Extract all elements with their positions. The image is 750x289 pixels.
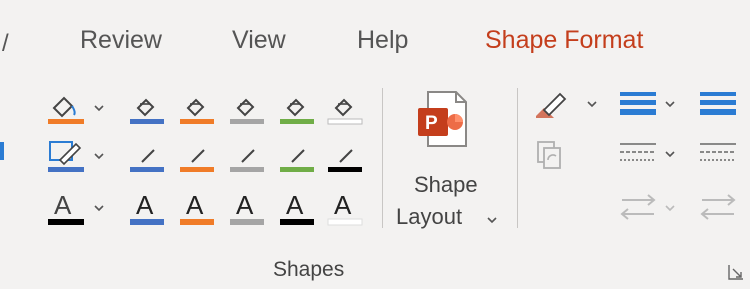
edit-shape-button[interactable] [530, 88, 580, 122]
shape-styles-group: A A A A A A [0, 76, 380, 246]
pen-icon [180, 149, 214, 172]
selection-pane-button [534, 138, 570, 174]
dialog-launcher-icon[interactable] [728, 264, 744, 280]
pen-outline-icon [48, 141, 84, 172]
tab-view[interactable]: View [232, 26, 286, 55]
duplicate-shapes-icon [537, 141, 561, 169]
line-weight-button-2[interactable] [698, 86, 738, 120]
svg-text:A: A [54, 190, 72, 220]
shape-fill-button[interactable] [46, 90, 90, 126]
arrows-icon [700, 194, 736, 220]
style-swatch-fill-blue[interactable] [128, 90, 166, 126]
chevron-down-icon[interactable] [93, 102, 105, 114]
line-weight-button[interactable] [618, 86, 658, 120]
fill-color-swatch [48, 119, 84, 124]
ribbon-tab-bar: / Review View Help Shape Format [0, 0, 750, 76]
paint-bucket-icon [130, 98, 164, 124]
style-swatch-text-blue[interactable]: A [128, 188, 166, 228]
text-color-icon: A [230, 190, 264, 225]
edit-shape-icon [536, 92, 567, 118]
paint-bucket-icon [280, 98, 314, 124]
pen-icon [130, 149, 164, 172]
chevron-down-icon[interactable] [664, 148, 676, 160]
paint-bucket-icon [230, 98, 264, 124]
powerpoint-shape-icon: P [418, 91, 467, 147]
dash-style-icon [700, 143, 736, 161]
arrows-icon [620, 194, 656, 220]
text-color-icon: A [280, 190, 314, 225]
line-weight-icon [700, 92, 736, 115]
style-swatch-fill-green[interactable] [278, 90, 316, 126]
chevron-down-icon[interactable] [93, 150, 105, 162]
text-color-icon: A [48, 190, 84, 225]
text-color-icon: A [130, 190, 164, 225]
svg-text:P: P [425, 113, 438, 134]
style-swatch-fill-gray[interactable] [228, 90, 266, 126]
svg-text:A: A [334, 190, 352, 220]
truncated-tab-edge: / [2, 30, 9, 57]
chevron-down-icon[interactable] [93, 202, 105, 214]
shape-layout-button[interactable]: P Shape Layout [392, 82, 512, 242]
style-swatch-outline-green[interactable] [278, 138, 316, 174]
group-separator [517, 88, 518, 228]
style-swatch-text-gray[interactable]: A [228, 188, 266, 228]
svg-text:A: A [236, 190, 254, 220]
shape-outline-button[interactable] [46, 138, 90, 174]
style-swatch-fill-orange[interactable] [178, 90, 216, 126]
svg-text:A: A [286, 190, 304, 220]
dash-style-button[interactable] [618, 138, 658, 168]
tab-review[interactable]: Review [80, 26, 162, 55]
text-color-icon: A [180, 190, 214, 225]
paint-bucket-icon [327, 98, 363, 125]
svg-text:A: A [186, 190, 204, 220]
shape-layout-label-line2: Layout [396, 204, 463, 229]
style-swatch-outline-blue[interactable] [128, 138, 166, 174]
style-swatch-fill-white[interactable] [326, 90, 364, 126]
tab-help[interactable]: Help [357, 26, 408, 55]
arrows-button [618, 190, 658, 224]
shape-layout-label-line1: Shape [414, 172, 478, 197]
paint-bucket-icon [180, 98, 214, 124]
text-fill-button[interactable]: A [46, 188, 90, 228]
chevron-down-icon[interactable] [586, 98, 598, 110]
style-swatch-text-black[interactable]: A [278, 188, 316, 228]
pen-icon [280, 149, 314, 172]
chevron-down-icon [665, 205, 675, 212]
style-swatch-outline-orange[interactable] [178, 138, 216, 174]
ribbon: / Review View Help Shape Format A A A A … [0, 0, 750, 289]
line-weight-icon [620, 92, 656, 115]
style-swatch-outline-gray[interactable] [228, 138, 266, 174]
text-color-icon: A [327, 190, 363, 226]
pen-icon [328, 149, 362, 172]
style-swatch-text-orange[interactable]: A [178, 188, 216, 228]
style-swatch-outline-black[interactable] [326, 138, 364, 174]
group-separator [382, 88, 383, 228]
group-label-shapes: Shapes [273, 258, 345, 281]
dash-style-icon [620, 143, 656, 161]
pen-icon [230, 149, 264, 172]
paint-bucket-icon [48, 96, 84, 124]
chevron-down-icon [487, 217, 497, 224]
arrows-button-2 [698, 190, 738, 224]
dash-style-button-2[interactable] [698, 138, 738, 168]
chevron-down-icon[interactable] [664, 98, 676, 110]
svg-text:A: A [136, 190, 154, 220]
tab-shape-format[interactable]: Shape Format [485, 26, 643, 55]
style-swatch-text-white[interactable]: A [326, 188, 364, 228]
